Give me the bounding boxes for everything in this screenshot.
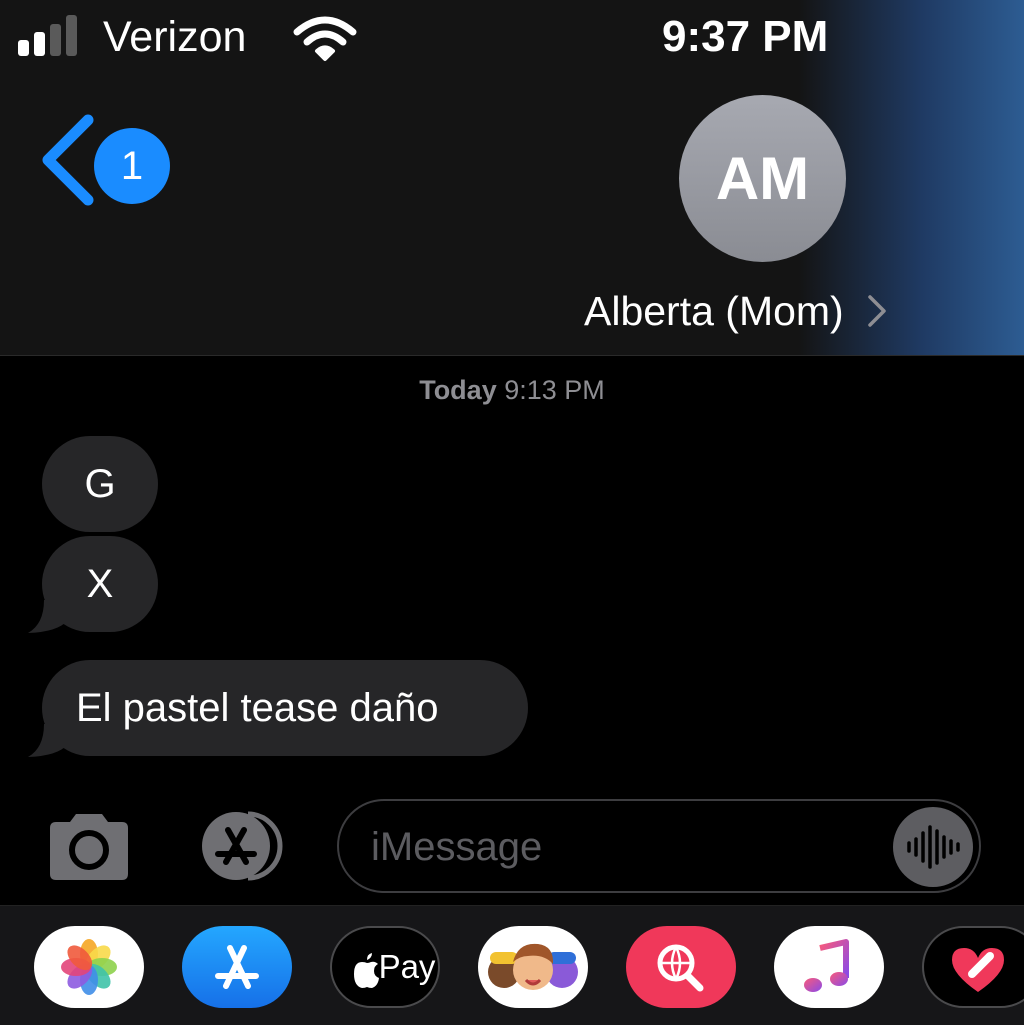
music-note-icon [804,939,849,992]
apple-pay-label: Pay [378,948,436,985]
images-search-app-button[interactable] [626,926,736,1008]
message-bubble[interactable]: G [42,436,158,532]
bubble-tail [28,600,68,633]
camera-button[interactable] [44,812,134,882]
contact-details-link[interactable]: Alberta (Mom) [584,282,888,342]
apple-pay-app-button[interactable]: Pay [330,926,440,1008]
conversation-header: Verizon 9:37 PM 1 AM Alberta (Mom) [0,0,1024,356]
contact-avatar[interactable]: AM [679,95,846,262]
unread-count-badge: 1 [94,128,170,204]
music-app-button[interactable] [774,926,884,1008]
photos-app-button[interactable] [34,926,144,1008]
timestamp-time: 9:13 PM [504,375,605,405]
status-time: 9:37 PM [662,12,829,61]
chevron-right-icon [868,295,886,327]
message-bubble[interactable]: El pastel tease daño [42,660,528,756]
waveform-icon [907,825,960,869]
globe-search-icon [657,944,704,992]
conversation-timestamp: Today 9:13 PM [0,372,1024,408]
photos-app-icon [61,939,117,995]
app-store-app-icon [215,945,259,989]
digital-touch-heart-icon [952,948,1004,992]
app-store-app-button[interactable] [182,926,292,1008]
back-button[interactable]: 1 [38,112,178,208]
chevron-left-icon [42,114,94,206]
timestamp-day: Today [419,375,497,405]
memoji-app-icon [488,943,578,990]
contact-name: Alberta (Mom) [584,288,844,334]
app-store-button[interactable] [190,808,288,884]
cellular-signal-icon [18,14,84,56]
digital-touch-app-button[interactable] [922,926,1024,1008]
memoji-app-button[interactable] [478,926,588,1008]
carrier-name: Verizon [103,13,247,61]
audio-message-button[interactable] [893,807,973,887]
wifi-icon [293,16,357,61]
message-input[interactable] [369,815,893,879]
message-input-field[interactable] [337,799,981,893]
bubble-tail [28,724,68,757]
imessage-app-drawer: Pay [0,905,1024,1025]
status-bar: Verizon 9:37 PM [0,0,1024,80]
